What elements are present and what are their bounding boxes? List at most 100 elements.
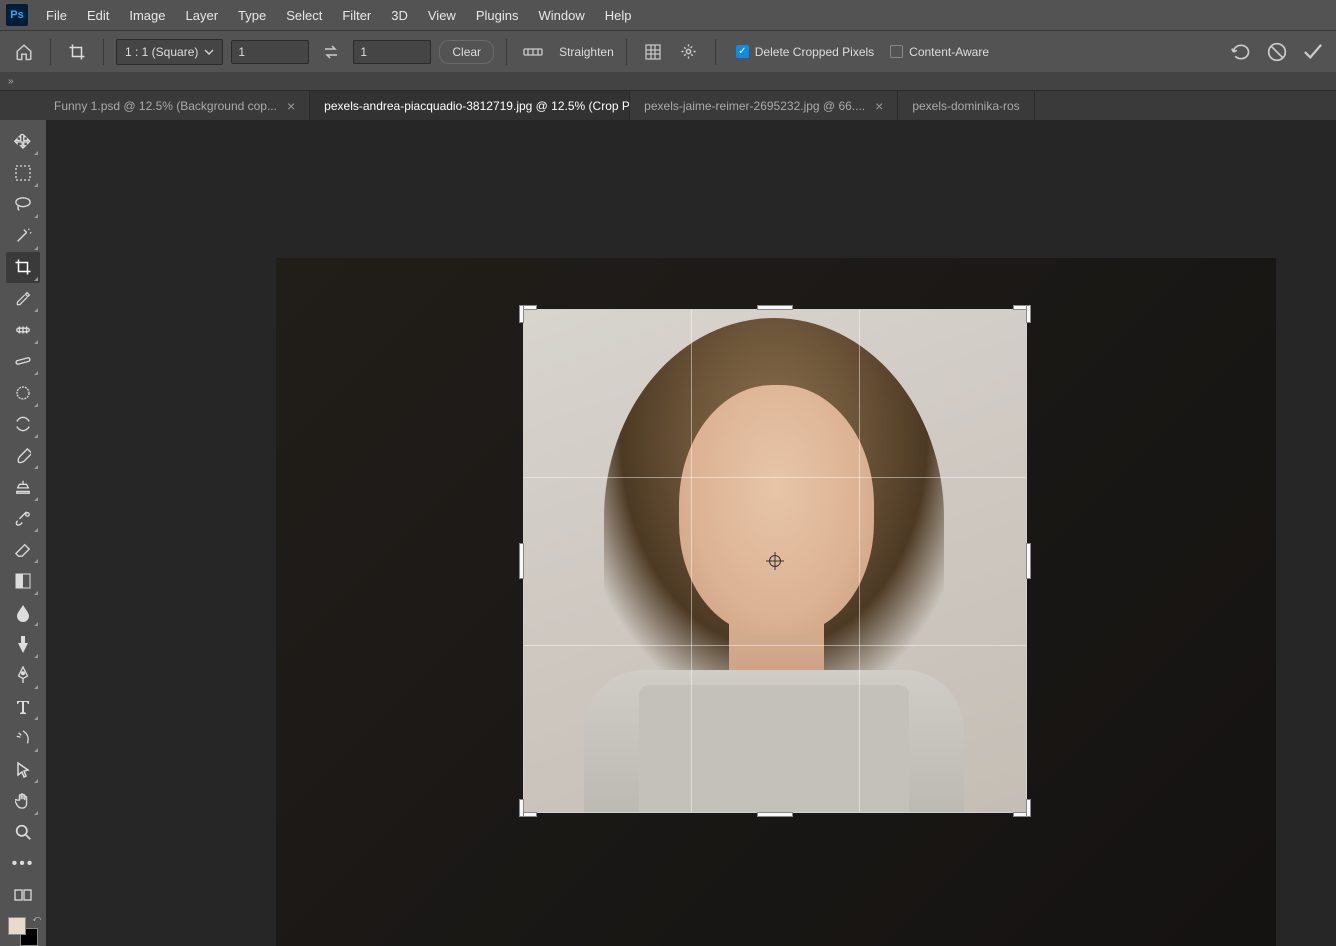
crop-handle-bottom-left[interactable] (519, 799, 524, 817)
menu-file[interactable]: File (36, 2, 77, 29)
clone-stamp-tool[interactable] (6, 471, 40, 502)
color-swatches[interactable]: ⤺ (8, 917, 38, 946)
menu-type[interactable]: Type (228, 2, 276, 29)
lasso-tool[interactable] (6, 189, 40, 220)
eraser-tool[interactable] (6, 534, 40, 565)
content-aware-label: Content-Aware (909, 45, 989, 59)
menu-layer[interactable]: Layer (176, 2, 229, 29)
type-tool[interactable] (6, 691, 40, 722)
divider (103, 39, 104, 65)
swap-colors-icon[interactable]: ⤺ (32, 914, 41, 924)
document-tab[interactable]: Funny 1.psd @ 12.5% (Background cop... × (0, 91, 310, 120)
crop-handle-top[interactable] (757, 305, 793, 310)
crop-handle-top-left[interactable] (519, 305, 524, 323)
patch-tool[interactable] (6, 346, 40, 377)
ratio-label: 1 : 1 (Square) (125, 45, 198, 59)
tab-label: pexels-andrea-piacquadio-3812719.jpg @ 1… (324, 99, 630, 113)
home-button[interactable] (10, 38, 38, 66)
foreground-color-swatch[interactable] (8, 917, 26, 935)
brush-tool[interactable] (6, 440, 40, 471)
chevron-down-icon (204, 49, 214, 55)
menu-edit[interactable]: Edit (77, 2, 119, 29)
healing-brush-tool[interactable] (6, 314, 40, 345)
crop-handle-left[interactable] (519, 543, 524, 579)
delete-cropped-checkbox[interactable] (736, 45, 749, 58)
crop-center-indicator (766, 552, 784, 570)
document-tabs: Funny 1.psd @ 12.5% (Background cop... ×… (0, 90, 1336, 120)
document-tab[interactable]: pexels-jaime-reimer-2695232.jpg @ 66....… (630, 91, 898, 120)
crop-grid-line (524, 645, 1026, 646)
reset-crop-button[interactable] (1228, 39, 1254, 65)
crop-handle-bottom[interactable] (757, 812, 793, 817)
crop-grid-line (859, 310, 860, 812)
divider (715, 39, 716, 65)
content-aware-move-tool[interactable] (6, 409, 40, 440)
panel-tab-strip: » (0, 72, 1336, 90)
eyedropper-tool[interactable] (6, 283, 40, 314)
divider (50, 39, 51, 65)
crop-tool-icon[interactable] (63, 39, 91, 65)
content-aware-checkbox[interactable] (890, 45, 903, 58)
edit-toolbar[interactable] (6, 879, 40, 910)
history-brush-tool[interactable] (6, 503, 40, 534)
crop-box[interactable] (524, 310, 1026, 812)
menu-image[interactable]: Image (119, 2, 175, 29)
divider (626, 39, 627, 65)
crop-options-button[interactable] (675, 39, 703, 65)
tab-label: Funny 1.psd @ 12.5% (Background cop... (54, 99, 277, 113)
frame-tool[interactable] (6, 377, 40, 408)
crop-height-input[interactable] (353, 40, 431, 64)
canvas[interactable] (46, 120, 1336, 946)
crop-grid-line (691, 310, 692, 812)
marquee-tool[interactable] (6, 157, 40, 188)
document-tab[interactable]: pexels-dominika-ros (898, 91, 1034, 120)
clear-button[interactable]: Clear (439, 40, 494, 64)
aspect-ratio-select[interactable]: 1 : 1 (Square) (116, 39, 223, 65)
crop-handle-top-right[interactable] (1026, 305, 1031, 323)
dodge-tool[interactable] (6, 628, 40, 659)
menu-plugins[interactable]: Plugins (466, 2, 529, 29)
menu-help[interactable]: Help (595, 2, 642, 29)
move-tool[interactable] (6, 126, 40, 157)
options-bar: 1 : 1 (Square) Clear Straighten Delete C… (0, 30, 1336, 72)
tab-label: pexels-jaime-reimer-2695232.jpg @ 66.... (644, 99, 865, 113)
crop-tool[interactable] (6, 252, 40, 283)
menu-filter[interactable]: Filter (332, 2, 381, 29)
divider (506, 39, 507, 65)
content-aware-checkbox-wrap[interactable]: Content-Aware (890, 45, 989, 59)
overlay-options-button[interactable] (639, 39, 667, 65)
menu-bar: Ps File Edit Image Layer Type Select Fil… (0, 0, 1336, 30)
more-tools[interactable]: ••• (6, 848, 40, 879)
close-icon[interactable]: × (287, 98, 295, 114)
menu-3d[interactable]: 3D (381, 2, 418, 29)
commit-crop-button[interactable] (1300, 39, 1326, 65)
straighten-icon[interactable] (519, 39, 547, 65)
close-icon[interactable]: × (875, 98, 883, 114)
delete-cropped-label: Delete Cropped Pixels (755, 45, 874, 59)
swap-dimensions-button[interactable] (317, 39, 345, 65)
pen-tool[interactable] (6, 660, 40, 691)
menu-window[interactable]: Window (528, 2, 594, 29)
document-tab[interactable]: pexels-andrea-piacquadio-3812719.jpg @ 1… (310, 91, 630, 120)
menu-view[interactable]: View (418, 2, 466, 29)
crop-grid-line (524, 477, 1026, 478)
blur-tool[interactable] (6, 597, 40, 628)
path-selection-tool[interactable] (6, 722, 40, 753)
crop-width-input[interactable] (231, 40, 309, 64)
direct-selection-tool[interactable] (6, 754, 40, 785)
gradient-tool[interactable] (6, 565, 40, 596)
menu-select[interactable]: Select (276, 2, 332, 29)
panel-collapse-icon[interactable]: » (4, 76, 18, 87)
toolbar: ••• ⤺ (0, 120, 46, 946)
delete-cropped-checkbox-wrap[interactable]: Delete Cropped Pixels (736, 45, 874, 59)
cancel-crop-button[interactable] (1264, 39, 1290, 65)
tab-label: pexels-dominika-ros (912, 99, 1019, 113)
hand-tool[interactable] (6, 785, 40, 816)
zoom-tool[interactable] (6, 817, 40, 848)
workspace: ••• ⤺ (0, 120, 1336, 946)
app-icon: Ps (6, 4, 28, 26)
crop-handle-bottom-right[interactable] (1026, 799, 1031, 817)
straighten-label: Straighten (559, 45, 614, 59)
magic-wand-tool[interactable] (6, 220, 40, 251)
crop-handle-right[interactable] (1026, 543, 1031, 579)
